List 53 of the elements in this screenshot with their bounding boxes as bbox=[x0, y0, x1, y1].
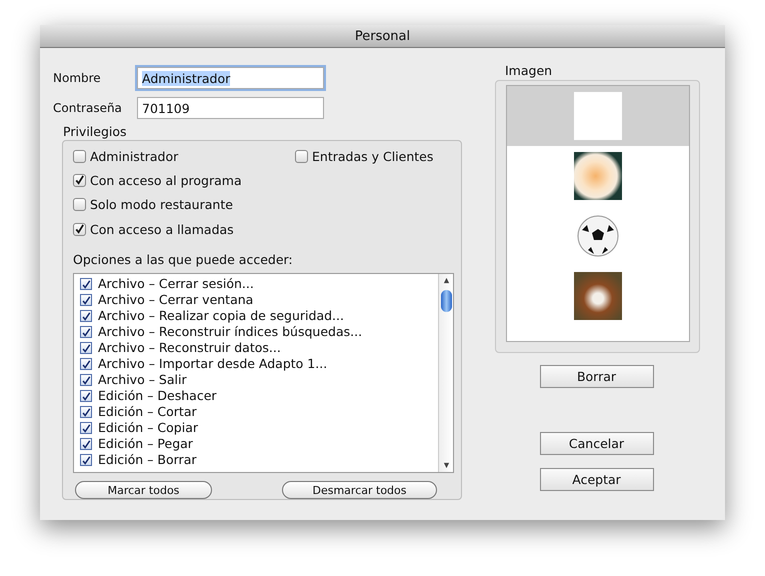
option-label: Edición – Copiar bbox=[98, 420, 198, 436]
checkbox[interactable] bbox=[73, 198, 86, 212]
option-label: Edición – Borrar bbox=[98, 452, 196, 468]
checkbox[interactable] bbox=[80, 454, 92, 466]
group-title: Privilegios bbox=[63, 124, 128, 139]
option-label: Archivo – Realizar copia de seguridad... bbox=[98, 308, 344, 324]
scrollbar[interactable] bbox=[438, 274, 453, 472]
option-label: Archivo – Cerrar ventana bbox=[98, 292, 254, 308]
checkbox[interactable] bbox=[80, 310, 92, 322]
options-label: Opciones a las que puede acceder: bbox=[73, 252, 294, 267]
photo-placeholder bbox=[574, 272, 622, 320]
option-label: Archivo – Cerrar sesión... bbox=[98, 276, 254, 292]
checkbox[interactable] bbox=[80, 326, 92, 338]
pill-button[interactable]: Desmarcar todos bbox=[282, 481, 437, 499]
option-label: Edición – Pegar bbox=[98, 436, 193, 452]
option-label: Edición – Cortar bbox=[98, 404, 197, 420]
pill-button[interactable]: Marcar todos bbox=[75, 481, 212, 499]
checkbox[interactable] bbox=[80, 342, 92, 354]
checkbox[interactable] bbox=[80, 374, 92, 386]
option-label: Archivo – Reconstruir datos... bbox=[98, 340, 281, 356]
input-field[interactable]: 701109 bbox=[137, 97, 324, 119]
group-title: Imagen bbox=[505, 63, 554, 78]
checkbox-label: Administrador bbox=[90, 148, 178, 164]
scroll-up-icon[interactable] bbox=[442, 276, 450, 284]
checkbox[interactable] bbox=[80, 294, 92, 306]
checkbox[interactable] bbox=[80, 438, 92, 450]
dialog-button[interactable]: Aceptar bbox=[540, 468, 654, 491]
checkbox[interactable] bbox=[295, 150, 308, 162]
window-title: Personal bbox=[354, 28, 410, 44]
field-label: Nombre bbox=[53, 71, 102, 85]
option-label: Archivo – Salir bbox=[98, 372, 187, 388]
scroll-down-icon[interactable] bbox=[442, 462, 450, 469]
checkbox[interactable] bbox=[80, 358, 92, 370]
delete-button[interactable]: Borrar bbox=[540, 365, 654, 388]
input-field[interactable]: Administrador bbox=[137, 67, 324, 89]
field-label: Contraseña bbox=[53, 101, 123, 115]
checkbox-label: Entradas y Clientes bbox=[312, 148, 434, 164]
checkbox-label: Solo modo restaurante bbox=[90, 197, 233, 212]
dialog-button[interactable]: Cancelar bbox=[540, 432, 654, 455]
checkbox[interactable] bbox=[80, 278, 92, 290]
photo-placeholder bbox=[574, 152, 622, 200]
option-label: Edición – Deshacer bbox=[98, 388, 217, 404]
checkbox[interactable] bbox=[80, 422, 92, 434]
checkbox[interactable] bbox=[80, 406, 92, 418]
checkbox[interactable] bbox=[73, 174, 86, 187]
option-label: Archivo – Reconstruir índices búsquedas... bbox=[98, 324, 362, 340]
checkbox-label: Con acceso a llamadas bbox=[90, 222, 234, 237]
checkbox-label: Con acceso al programa bbox=[90, 172, 242, 188]
checkbox[interactable] bbox=[73, 150, 86, 162]
option-label: Archivo – Importar desde Adapto 1... bbox=[98, 356, 328, 372]
checkbox[interactable] bbox=[73, 222, 86, 236]
scroll-thumb[interactable] bbox=[440, 290, 452, 312]
checkbox[interactable] bbox=[80, 390, 92, 402]
